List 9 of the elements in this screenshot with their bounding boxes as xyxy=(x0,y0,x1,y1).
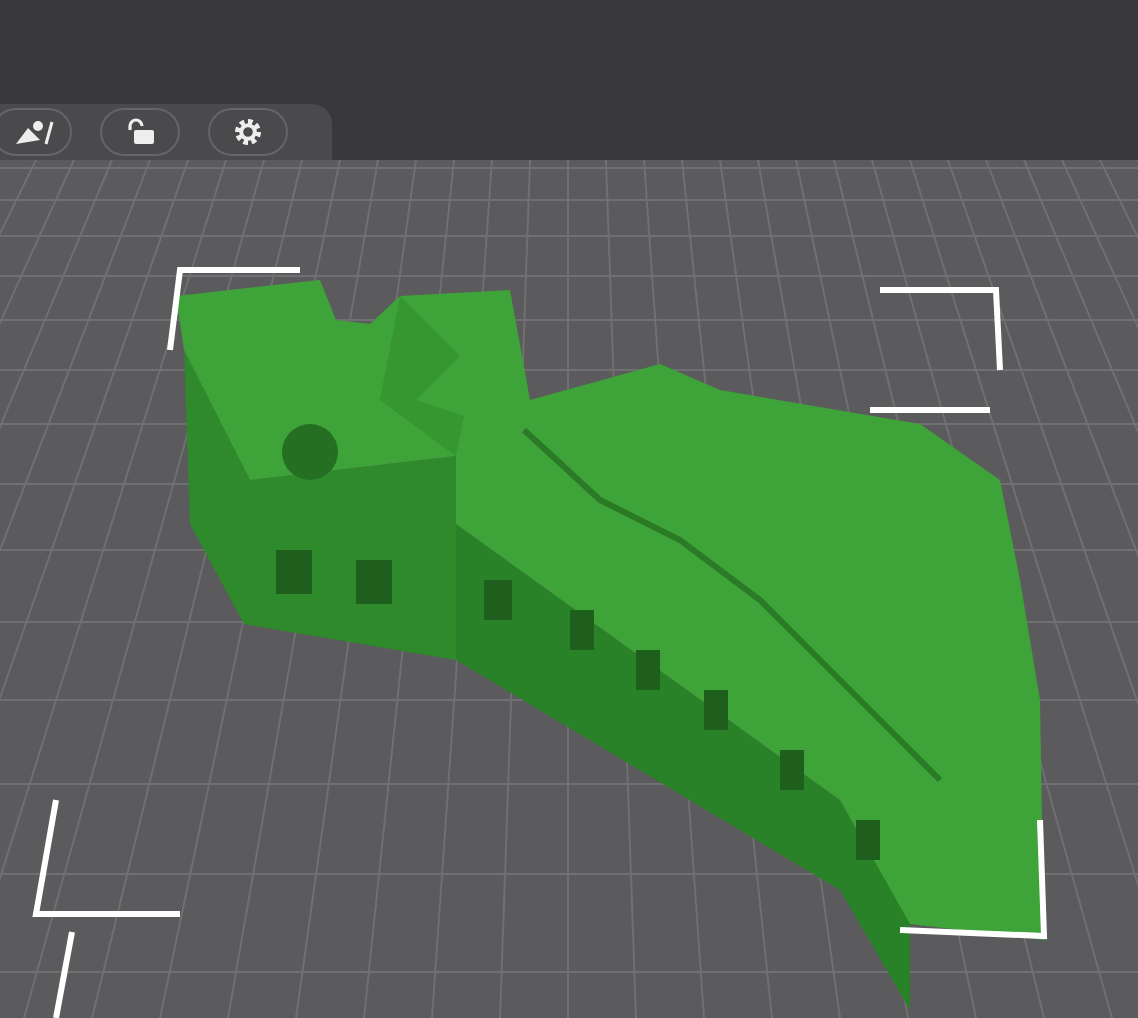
settings-icon xyxy=(232,116,264,148)
selection-corner xyxy=(53,931,75,1018)
unlocked-padlock-icon xyxy=(124,118,156,146)
auto-orient-button[interactable] xyxy=(0,108,72,156)
settings-button[interactable] xyxy=(208,108,288,156)
selection-corner xyxy=(870,407,990,413)
selection-corner xyxy=(880,287,1003,371)
selection-corner xyxy=(167,267,300,351)
lock-button[interactable] xyxy=(100,108,180,156)
